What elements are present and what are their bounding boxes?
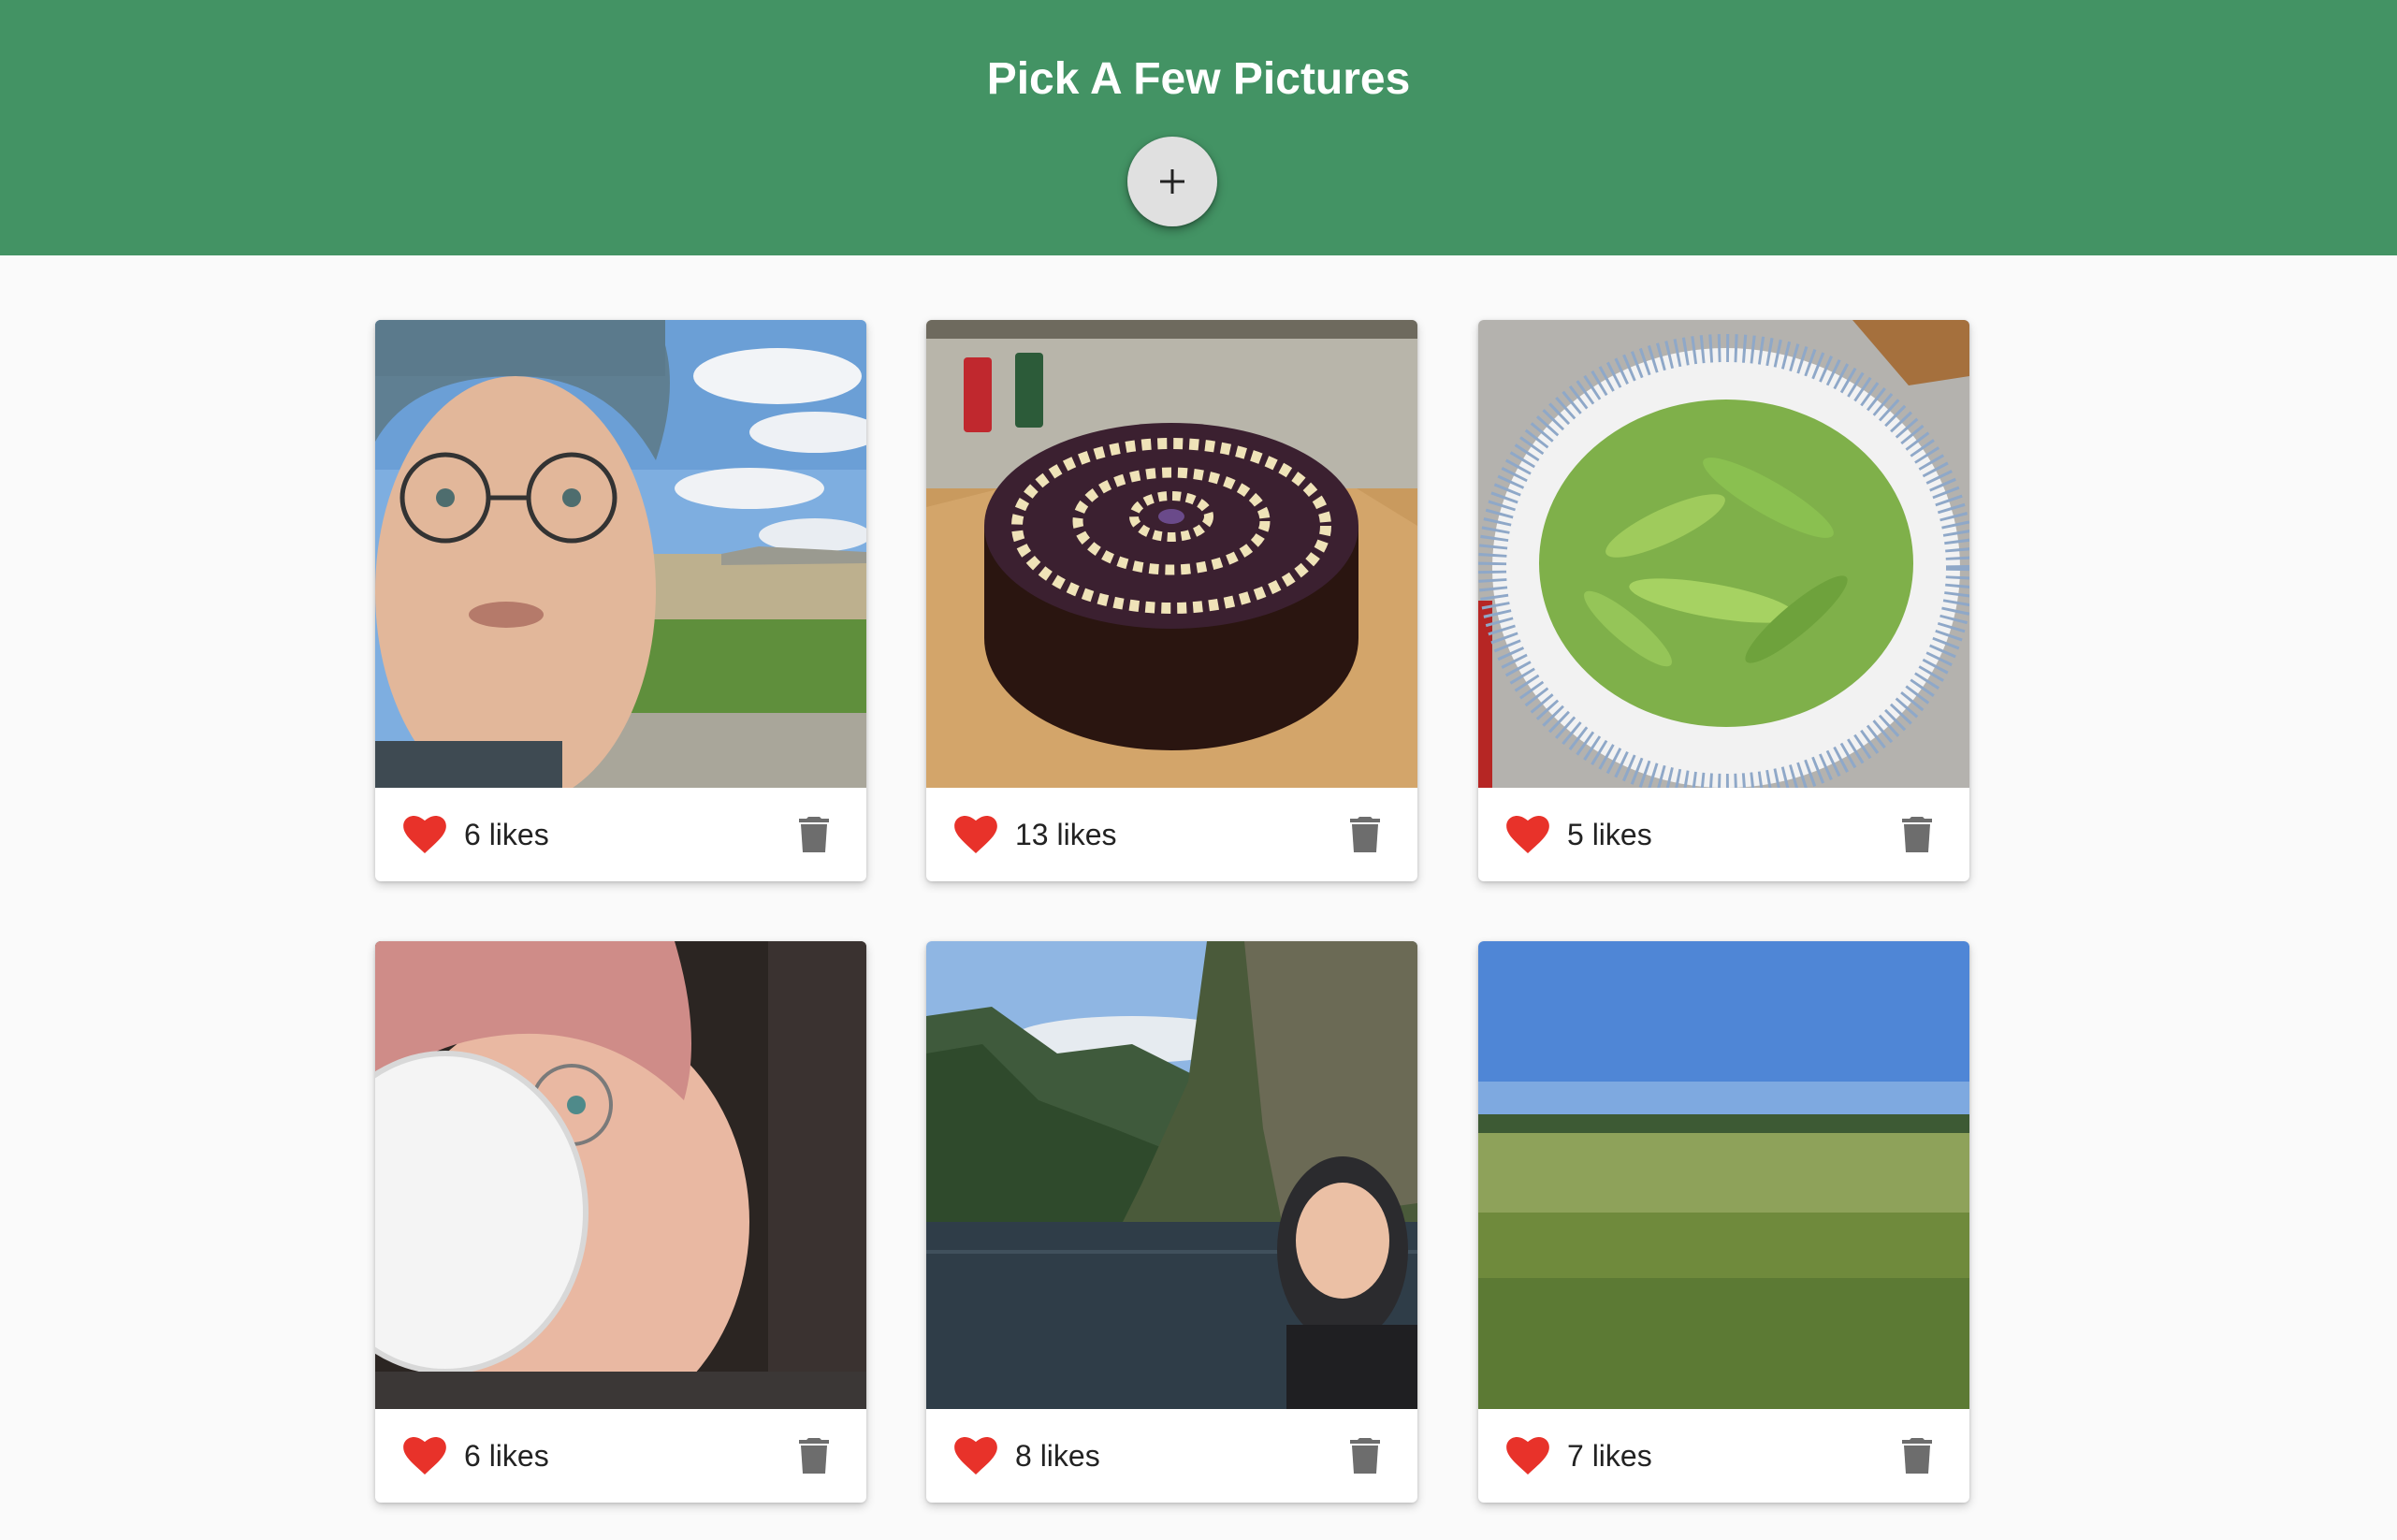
picture-card: 6 likes — [375, 941, 866, 1503]
card-footer: 5 likes — [1478, 788, 1969, 881]
likes-count: 5 likes — [1567, 818, 1652, 851]
likes-count: 6 likes — [464, 1439, 549, 1473]
picture-card: 7 likes — [1478, 941, 1969, 1503]
page-title: Pick A Few Pictures — [986, 54, 1411, 104]
trash-icon[interactable] — [799, 1438, 829, 1474]
trash-icon[interactable] — [1902, 1438, 1932, 1474]
likes-count: 13 likes — [1015, 818, 1117, 851]
photo-meadow[interactable] — [1478, 941, 1969, 1409]
plus-icon — [1160, 169, 1184, 194]
heart-icon[interactable] — [403, 816, 446, 853]
add-picture-button[interactable] — [1127, 137, 1217, 226]
heart-icon[interactable] — [1506, 1437, 1549, 1475]
card-footer: 13 likes — [926, 788, 1417, 881]
photo-cake[interactable] — [926, 320, 1417, 788]
picture-card: 6 likes — [375, 320, 866, 881]
picture-card: 5 likes — [1478, 320, 1969, 881]
trash-icon[interactable] — [799, 817, 829, 852]
likes-count: 7 likes — [1567, 1439, 1652, 1473]
trash-icon[interactable] — [1350, 1438, 1380, 1474]
trash-icon[interactable] — [1350, 817, 1380, 852]
picture-card: 13 likes — [926, 320, 1417, 881]
photo-fjord-selfie[interactable] — [926, 941, 1417, 1409]
heart-icon[interactable] — [954, 816, 997, 853]
heart-icon[interactable] — [954, 1437, 997, 1475]
photo-helmet-selfie[interactable] — [375, 320, 866, 788]
trash-icon[interactable] — [1902, 817, 1932, 852]
heart-icon[interactable] — [403, 1437, 446, 1475]
card-footer: 8 likes — [926, 1409, 1417, 1503]
card-footer: 6 likes — [375, 788, 866, 881]
card-footer: 6 likes — [375, 1409, 866, 1503]
picture-card: 8 likes — [926, 941, 1417, 1503]
photo-edamame[interactable] — [1478, 320, 1969, 788]
likes-count: 6 likes — [464, 818, 549, 851]
card-footer: 7 likes — [1478, 1409, 1969, 1503]
likes-count: 8 likes — [1015, 1439, 1100, 1473]
heart-icon[interactable] — [1506, 816, 1549, 853]
photo-coffee-selfie[interactable] — [375, 941, 866, 1409]
app-header: Pick A Few Pictures — [0, 0, 2397, 255]
